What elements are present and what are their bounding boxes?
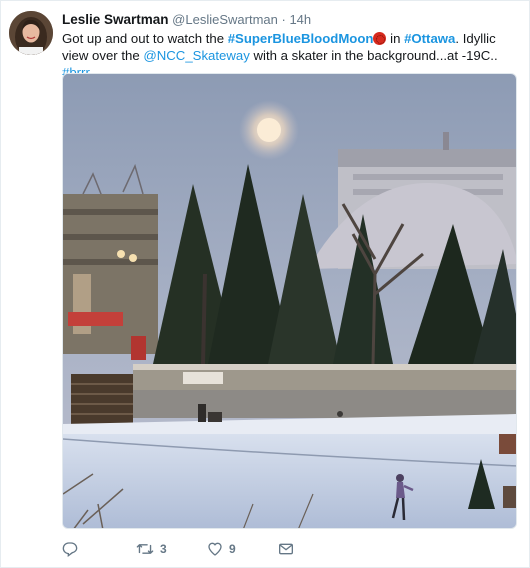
like-count: 9 bbox=[229, 542, 236, 556]
author-name[interactable]: Leslie Swartman bbox=[62, 12, 169, 27]
like-icon bbox=[207, 541, 223, 557]
tweet-photo[interactable] bbox=[62, 73, 517, 529]
retweet-icon bbox=[136, 541, 154, 557]
tweet-actions: 3 9 bbox=[62, 539, 517, 559]
author-handle[interactable]: @LeslieSwartman bbox=[172, 12, 278, 27]
retweet-button[interactable]: 3 bbox=[136, 539, 167, 559]
tweet-text-part: in bbox=[386, 31, 405, 46]
tweet-card[interactable]: Leslie Swartman @LeslieSwartman · 14h Go… bbox=[0, 0, 530, 568]
direct-message-icon bbox=[278, 541, 294, 557]
red-moon-emoji-icon bbox=[373, 32, 387, 45]
hashtag-ottawa[interactable]: #Ottawa bbox=[404, 31, 455, 46]
direct-message-button[interactable] bbox=[278, 539, 294, 559]
tweet-text-part: Got up and out to watch the bbox=[62, 31, 228, 46]
retweet-count: 3 bbox=[160, 542, 167, 556]
header-separator: · bbox=[281, 12, 286, 27]
tweet-header: Leslie Swartman @LeslieSwartman · 14h bbox=[62, 12, 311, 27]
tweet-timestamp[interactable]: 14h bbox=[289, 12, 311, 27]
mention-ncc-skateway[interactable]: @NCC_Skateway bbox=[143, 48, 249, 63]
reply-button[interactable] bbox=[62, 539, 84, 559]
reply-icon bbox=[62, 541, 78, 557]
like-button[interactable]: 9 bbox=[207, 539, 236, 559]
tweet-text-part: with a skater in the background...at -19… bbox=[249, 48, 498, 63]
hashtag-superbluebloodmoon[interactable]: #SuperBlueBloodMoon bbox=[228, 31, 374, 46]
author-avatar[interactable] bbox=[9, 11, 53, 55]
